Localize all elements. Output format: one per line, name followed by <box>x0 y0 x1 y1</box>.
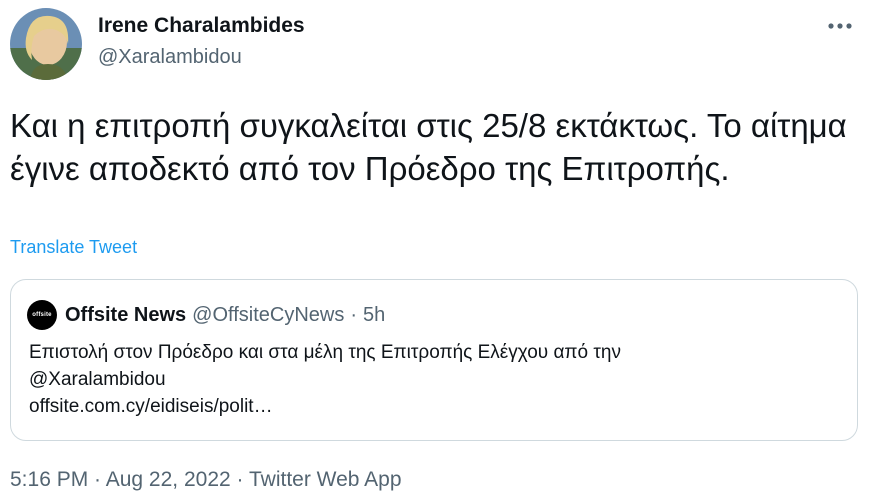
more-dots-icon <box>828 23 852 29</box>
quote-logo-text: offsite <box>32 312 52 318</box>
meta-separator: · <box>88 468 106 491</box>
author-avatar[interactable] <box>10 8 82 80</box>
quoted-author-handle[interactable]: @OffsiteCyNews <box>192 304 344 327</box>
quoted-mention[interactable]: @Xaralambidou <box>29 366 839 393</box>
quoted-tweet[interactable]: offsite Offsite News @OffsiteCyNews · 5h… <box>10 279 858 441</box>
quoted-tweet-time[interactable]: 5h <box>363 304 385 327</box>
quoted-author-name[interactable]: Offsite News <box>65 304 186 327</box>
tweet-card: Irene Charalambides @Xaralambidou Και η … <box>0 0 878 502</box>
tweet-date[interactable]: Aug 22, 2022 <box>106 468 231 491</box>
author-handle[interactable]: @Xaralambidou <box>98 46 242 69</box>
tweet-text: Και η επιτροπή συγκαλείται στις 25/8 εκτ… <box>10 107 847 187</box>
more-options-button[interactable] <box>822 14 858 38</box>
quoted-tweet-header: offsite Offsite News @OffsiteCyNews · 5h <box>27 300 385 330</box>
quoted-tweet-text: Επιστολή στον Πρόεδρο και στα μέλη της Ε… <box>29 339 839 420</box>
tweet-source[interactable]: Twitter Web App <box>249 468 402 491</box>
meta-separator: · <box>230 468 249 491</box>
quoted-text-line: Επιστολή στον Πρόεδρο και στα μέλη της Ε… <box>29 342 621 363</box>
tweet-time[interactable]: 5:16 PM <box>10 468 88 491</box>
separator-dot: · <box>350 303 358 326</box>
avatar-photo-icon <box>10 8 82 80</box>
author-name[interactable]: Irene Charalambides <box>98 14 305 38</box>
offsite-logo-icon[interactable]: offsite <box>27 300 57 330</box>
tweet-metadata: 5:16 PM · Aug 22, 2022 · Twitter Web App <box>10 468 402 492</box>
translate-tweet-link[interactable]: Translate Tweet <box>10 237 137 258</box>
quoted-link[interactable]: offsite.com.cy/eidiseis/polit… <box>29 393 839 420</box>
